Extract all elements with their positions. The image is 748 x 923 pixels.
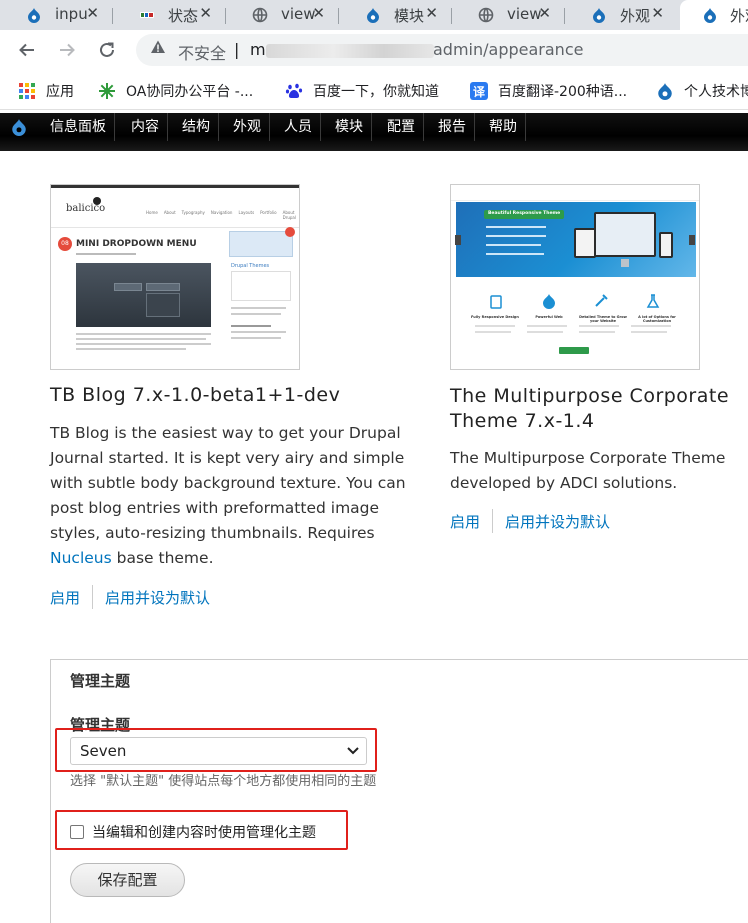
screenshot-date-badge: 08 — [58, 237, 72, 251]
admin-menu-help[interactable]: 帮助 — [481, 113, 526, 141]
admin-menu-people[interactable]: 人员 — [276, 113, 321, 141]
translate-icon: 译 — [470, 82, 488, 100]
admin-menu-modules[interactable]: 模块 — [327, 113, 372, 141]
nucleus-link[interactable]: Nucleus — [50, 549, 112, 567]
fieldset-legend: 管理主题 — [70, 672, 131, 690]
browser-toolbar: 不安全 | m admin/appearance — [0, 30, 748, 70]
back-arrow-icon[interactable] — [15, 38, 39, 62]
insecure-label[interactable]: 不安全 — [178, 40, 226, 64]
enable-and-set-default-link[interactable]: 启用并设为默认 — [505, 511, 610, 532]
browser-tab-active[interactable]: 外观 — [680, 0, 748, 30]
admin-menu-dashboard[interactable]: 信息面板 — [42, 113, 115, 141]
browser-tab[interactable]: view ✕ — [452, 0, 565, 30]
tab-close-icon[interactable]: ✕ — [312, 4, 325, 22]
bookmark-apps[interactable]: 应用 — [18, 81, 74, 101]
theme-screenshot-corporate[interactable]: Beautiful Responsive Theme Fully Respons… — [450, 184, 700, 370]
bookmark-oa[interactable]: OA协同办公平台 -... — [98, 81, 253, 101]
warning-triangle-icon[interactable] — [150, 39, 166, 55]
tab-close-icon[interactable]: ✕ — [425, 4, 438, 22]
drupal-home-icon[interactable] — [10, 118, 28, 136]
admin-menu-reports[interactable]: 报告 — [430, 113, 475, 141]
enable-link[interactable]: 启用 — [50, 587, 80, 608]
bookmark-baidu-translate[interactable]: 译 百度翻译-200种语... — [470, 81, 627, 101]
bookmarks-bar: 应用 OA协同办公平台 -... 百度一下，你就知道 译 百度翻译-200种语.… — [0, 72, 748, 110]
forward-arrow-icon[interactable] — [55, 38, 79, 62]
screenshot-sidebar-heading: Drupal Themes — [231, 263, 270, 269]
url-suffix: admin/appearance — [433, 40, 584, 59]
drupal-icon — [656, 82, 674, 100]
highlight-box-checkbox — [55, 810, 348, 850]
jreic-icon — [140, 12, 154, 18]
oa-icon — [98, 82, 116, 100]
bookmark-label: 个人技术博 — [684, 84, 748, 100]
bookmark-blog[interactable]: 个人技术博 — [656, 81, 748, 101]
browser-tab[interactable]: 状态 ✕ — [113, 0, 226, 30]
admin-theme-help-text: 选择 "默认主题" 使得站点每个地方都使用相同的主题 — [70, 774, 377, 789]
admin-menu-content[interactable]: 内容 — [123, 113, 168, 141]
bookmark-label: OA协同办公平台 -... — [126, 84, 254, 100]
tab-close-icon[interactable]: ✕ — [538, 4, 551, 22]
theme-title-corporate: The Multipurpose Corporate Theme 7.x-1.4 — [450, 385, 730, 432]
globe-icon — [478, 7, 494, 23]
enable-and-set-default-link[interactable]: 启用并设为默认 — [105, 587, 210, 608]
enable-link[interactable]: 启用 — [450, 511, 480, 532]
admin-menu-appearance[interactable]: 外观 — [225, 113, 270, 141]
theme-description-tb-blog: TB Blog is the easiest way to get your D… — [50, 424, 406, 567]
browser-tab[interactable]: view ✕ — [226, 0, 339, 30]
browser-tab[interactable]: inpu ✕ — [0, 0, 113, 30]
theme-screenshot-tb-blog[interactable]: balicico Home About Typography Navigation La… — [50, 184, 300, 370]
theme-title-tb-blog: TB Blog 7.x-1.0-beta1+1-dev — [50, 384, 341, 406]
drupal-icon — [28, 8, 40, 23]
address-bar[interactable]: 不安全 | m admin/appearance — [136, 34, 748, 66]
browser-tab-strip: inpu ✕ 状态 ✕ view ✕ 模块 ✕ view ✕ 外观 ✕ 外观 — [0, 0, 748, 30]
highlight-box-select — [55, 728, 377, 772]
screenshot-logo: balicico — [66, 203, 106, 214]
admin-menu-bar: 信息面板 内容 结构 外观 人员 模块 配置 报告 帮助 — [0, 113, 748, 151]
screenshot-nav: Home About Typography Navigation Layouts Port… — [146, 210, 296, 220]
tab-close-icon[interactable]: ✕ — [651, 4, 664, 22]
screenshot-post-title: MINI DROPDOWN MENU — [76, 239, 197, 249]
theme-actions-tb-blog: 启用 启用并设为默认 — [50, 585, 210, 609]
reload-icon[interactable] — [95, 38, 119, 62]
tab-close-icon[interactable]: ✕ — [199, 4, 212, 22]
address-divider: | — [234, 40, 240, 59]
theme-actions-corporate: 启用 启用并设为默认 — [450, 509, 610, 533]
bookmark-label: 百度一下，你就知道 — [313, 84, 439, 100]
redacted-url-segment — [266, 44, 434, 58]
drupal-icon — [704, 8, 716, 23]
apps-grid-icon — [18, 82, 36, 100]
admin-menu-configuration[interactable]: 配置 — [379, 113, 424, 141]
screenshot-banner-heading: Beautiful Responsive Theme — [488, 211, 561, 216]
bookmark-label: 应用 — [46, 84, 74, 100]
browser-tab[interactable]: 模块 ✕ — [339, 0, 452, 30]
tab-title: 外观 — [730, 7, 748, 25]
admin-menu-structure[interactable]: 结构 — [174, 113, 219, 141]
browser-tab[interactable]: 外观 ✕ — [565, 0, 678, 30]
tab-close-icon[interactable]: ✕ — [86, 4, 99, 22]
theme-description-corporate: The Multipurpose Corporate Theme develop… — [450, 449, 726, 492]
baidu-paw-icon — [285, 82, 303, 100]
save-configuration-button[interactable]: 保存配置 — [70, 863, 185, 897]
screenshot-features: Fully Responsive Design Powerful Web Det… — [471, 315, 676, 323]
bookmark-label: 百度翻译-200种语... — [498, 84, 628, 100]
globe-icon — [252, 7, 268, 23]
bookmark-baidu[interactable]: 百度一下，你就知道 — [285, 81, 439, 101]
url-prefix: m — [250, 40, 266, 59]
drupal-icon — [367, 8, 379, 23]
drupal-icon — [593, 8, 605, 23]
